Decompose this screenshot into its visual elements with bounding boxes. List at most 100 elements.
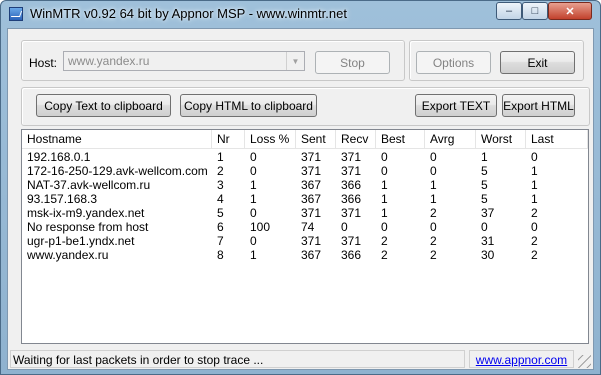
cell-best: 0 bbox=[381, 164, 388, 178]
cell-recv: 366 bbox=[341, 248, 362, 262]
col-sent[interactable]: Sent bbox=[296, 130, 336, 148]
cell-sent: 371 bbox=[301, 150, 322, 164]
cell-nr: 1 bbox=[217, 150, 224, 164]
host-combobox[interactable]: www.yandex.ru ▼ bbox=[63, 51, 305, 71]
copy-text-button[interactable]: Copy Text to clipboard bbox=[36, 94, 171, 117]
chevron-down-icon[interactable]: ▼ bbox=[286, 52, 304, 70]
cell-hostname: 93.157.168.3 bbox=[27, 192, 98, 206]
cell-sent: 367 bbox=[301, 248, 322, 262]
cell-hostname: No response from host bbox=[27, 220, 149, 234]
cell-nr: 2 bbox=[217, 164, 224, 178]
host-label: Host: bbox=[29, 56, 58, 70]
cell-recv: 371 bbox=[341, 206, 362, 220]
cell-worst: 1 bbox=[481, 150, 488, 164]
cell-avrg: 2 bbox=[430, 234, 437, 248]
export-text-button[interactable]: Export TEXT bbox=[415, 94, 497, 117]
cell-avrg: 0 bbox=[430, 220, 437, 234]
cell-loss: 1 bbox=[250, 248, 257, 262]
table-row[interactable]: No response from host 6 100 74 0 0 0 0 0 bbox=[22, 220, 588, 234]
cell-worst: 0 bbox=[481, 220, 488, 234]
cell-sent: 371 bbox=[301, 164, 322, 178]
minimize-button[interactable]: – bbox=[496, 2, 522, 20]
cell-best: 2 bbox=[381, 248, 388, 262]
exit-button[interactable]: Exit bbox=[500, 51, 575, 74]
options-button[interactable]: Options bbox=[416, 51, 491, 74]
host-input[interactable]: www.yandex.ru bbox=[68, 54, 149, 68]
copy-html-button[interactable]: Copy HTML to clipboard bbox=[180, 94, 317, 117]
cell-worst: 31 bbox=[481, 234, 495, 248]
cell-hostname: msk-ix-m9.yandex.net bbox=[27, 206, 145, 220]
cell-last: 0 bbox=[531, 220, 538, 234]
cell-best: 1 bbox=[381, 192, 388, 206]
cell-avrg: 0 bbox=[430, 164, 437, 178]
cell-hostname: 192.168.0.1 bbox=[27, 150, 91, 164]
cell-best: 0 bbox=[381, 220, 388, 234]
cell-sent: 367 bbox=[301, 192, 322, 206]
cell-loss: 0 bbox=[250, 150, 257, 164]
cell-best: 2 bbox=[381, 234, 388, 248]
cell-last: 1 bbox=[531, 178, 538, 192]
col-worst[interactable]: Worst bbox=[476, 130, 526, 148]
cell-last: 2 bbox=[531, 206, 538, 220]
cell-hostname: NAT-37.avk-wellcom.ru bbox=[27, 178, 151, 192]
cell-recv: 366 bbox=[341, 192, 362, 206]
cell-avrg: 2 bbox=[430, 206, 437, 220]
cell-hostname: ugr-p1-be1.yndx.net bbox=[27, 234, 135, 248]
cell-last: 1 bbox=[531, 164, 538, 178]
trace-table[interactable]: Hostname Nr Loss % Sent Recv Best Avrg W… bbox=[21, 129, 589, 344]
table-row[interactable]: NAT-37.avk-wellcom.ru 3 1 367 366 1 1 5 1 bbox=[22, 178, 588, 192]
appnor-link[interactable]: www.appnor.com bbox=[469, 350, 574, 368]
window-title: WinMTR v0.92 64 bit by Appnor MSP - www.… bbox=[30, 6, 347, 21]
col-hostname[interactable]: Hostname bbox=[22, 130, 212, 148]
cell-best: 1 bbox=[381, 206, 388, 220]
col-best[interactable]: Best bbox=[376, 130, 425, 148]
cell-best: 1 bbox=[381, 178, 388, 192]
cell-avrg: 2 bbox=[430, 248, 437, 262]
export-html-button[interactable]: Export HTML bbox=[502, 94, 575, 117]
cell-loss: 1 bbox=[250, 192, 257, 206]
cell-recv: 366 bbox=[341, 178, 362, 192]
cell-sent: 371 bbox=[301, 234, 322, 248]
maximize-button[interactable]: □ bbox=[522, 2, 548, 20]
table-row[interactable]: msk-ix-m9.yandex.net 5 0 371 371 1 2 37 2 bbox=[22, 206, 588, 220]
cell-last: 1 bbox=[531, 192, 538, 206]
cell-nr: 4 bbox=[217, 192, 224, 206]
table-row[interactable]: www.yandex.ru 8 1 367 366 2 2 30 2 bbox=[22, 248, 588, 262]
cell-worst: 37 bbox=[481, 206, 495, 220]
stop-button[interactable]: Stop bbox=[315, 51, 390, 74]
client-area: Host: www.yandex.ru ▼ Stop Options Exit … bbox=[7, 28, 594, 370]
cell-worst: 5 bbox=[481, 178, 488, 192]
cell-sent: 367 bbox=[301, 178, 322, 192]
cell-last: 0 bbox=[531, 150, 538, 164]
cell-nr: 6 bbox=[217, 220, 224, 234]
app-window: WinMTR v0.92 64 bit by Appnor MSP - www.… bbox=[0, 0, 601, 375]
title-bar[interactable]: WinMTR v0.92 64 bit by Appnor MSP - www.… bbox=[1, 1, 600, 27]
status-bar: Waiting for last packets in order to sto… bbox=[8, 347, 593, 369]
col-avrg[interactable]: Avrg bbox=[425, 130, 476, 148]
table-header: Hostname Nr Loss % Sent Recv Best Avrg W… bbox=[22, 130, 588, 149]
cell-loss: 0 bbox=[250, 234, 257, 248]
cell-recv: 0 bbox=[341, 220, 348, 234]
col-nr[interactable]: Nr bbox=[212, 130, 245, 148]
cell-avrg: 1 bbox=[430, 178, 437, 192]
cell-worst: 5 bbox=[481, 164, 488, 178]
col-loss[interactable]: Loss % bbox=[245, 130, 296, 148]
cell-nr: 8 bbox=[217, 248, 224, 262]
table-row[interactable]: 172-16-250-129.avk-wellcom.com 2 0 371 371 0 0… bbox=[22, 164, 588, 178]
cell-loss: 1 bbox=[250, 178, 257, 192]
cell-last: 2 bbox=[531, 248, 538, 262]
cell-hostname: 172-16-250-129.avk-wellcom.com bbox=[27, 164, 208, 178]
table-row[interactable]: 93.157.168.3 4 1 367 366 1 1 5 1 bbox=[22, 192, 588, 206]
cell-worst: 5 bbox=[481, 192, 488, 206]
col-recv[interactable]: Recv bbox=[336, 130, 376, 148]
cell-recv: 371 bbox=[341, 164, 362, 178]
cell-hostname: www.yandex.ru bbox=[27, 248, 109, 262]
col-last[interactable]: Last bbox=[526, 130, 588, 148]
cell-recv: 371 bbox=[341, 150, 362, 164]
table-row[interactable]: 192.168.0.1 1 0 371 371 0 0 1 0 bbox=[22, 150, 588, 164]
cell-loss: 0 bbox=[250, 206, 257, 220]
app-icon bbox=[9, 7, 23, 21]
table-row[interactable]: ugr-p1-be1.yndx.net 7 0 371 371 2 2 31 2 bbox=[22, 234, 588, 248]
close-button[interactable]: ✕ bbox=[548, 2, 592, 20]
resize-grip-icon[interactable] bbox=[578, 355, 591, 368]
